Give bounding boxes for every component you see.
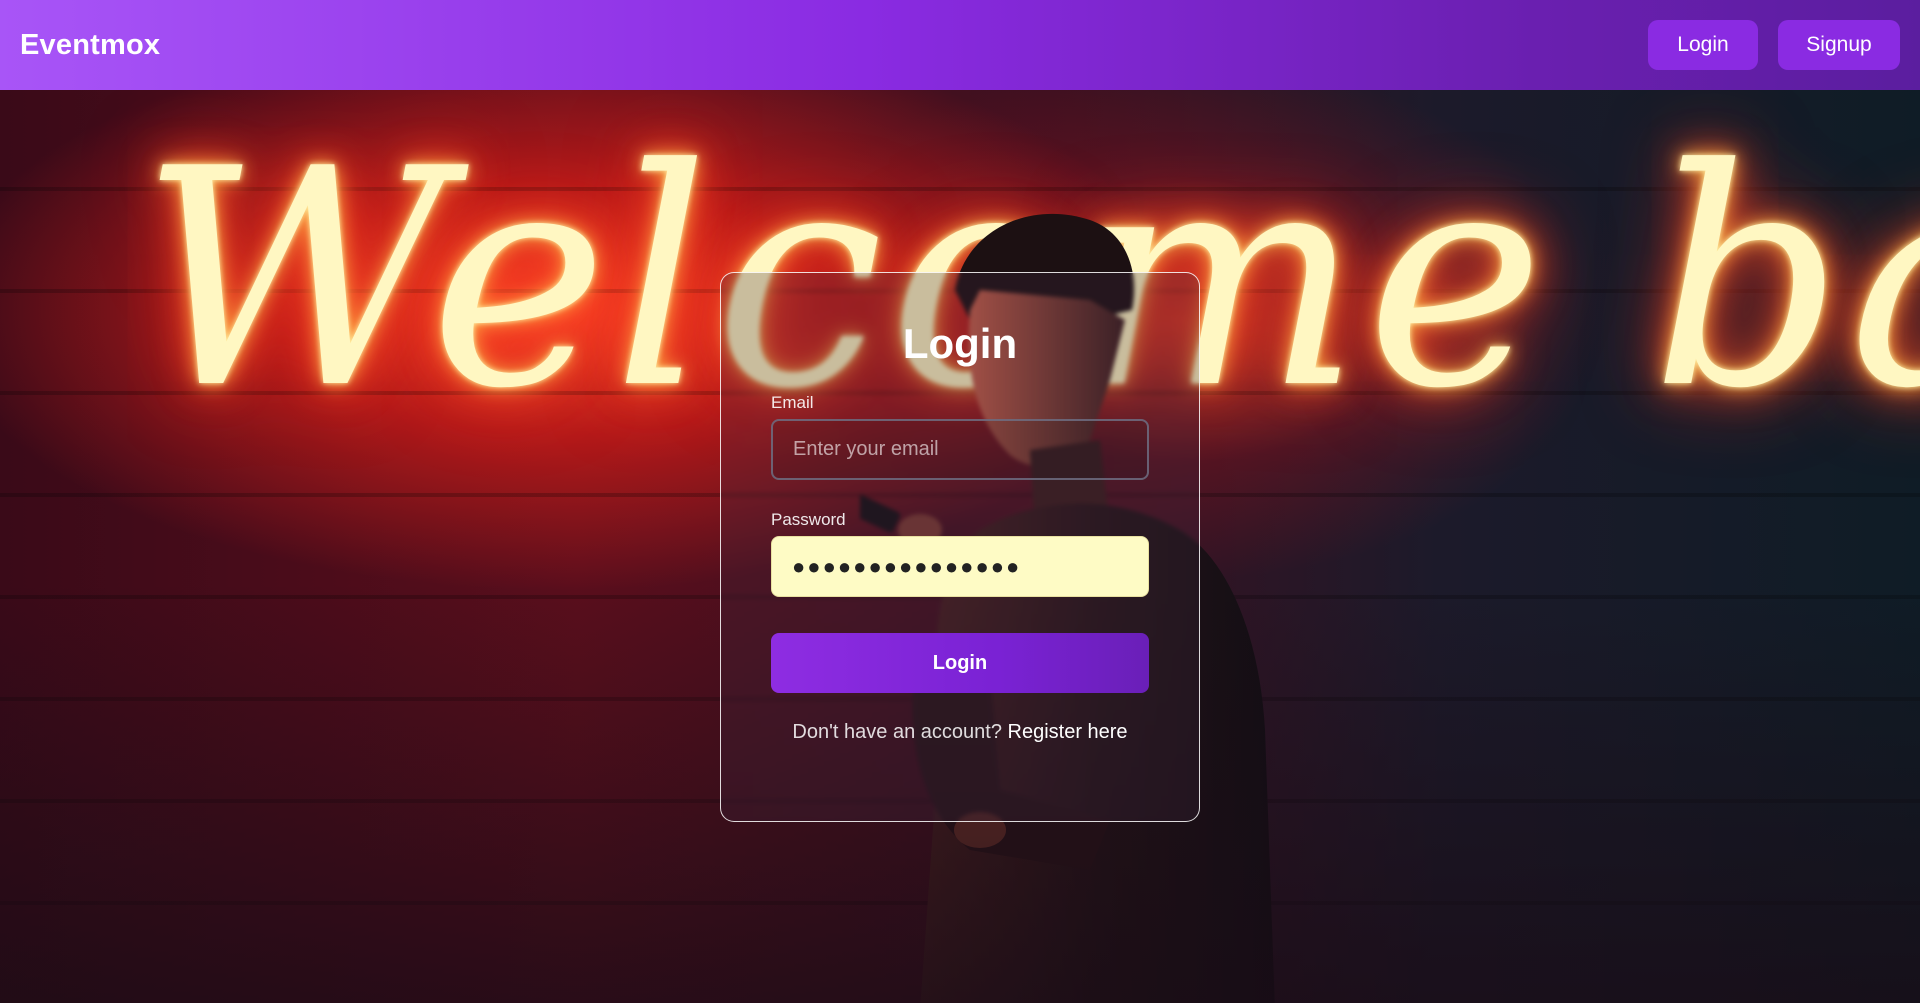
brand-logo[interactable]: Eventmox xyxy=(20,29,160,62)
login-card: Login Email Password Login Don't have an… xyxy=(720,272,1200,822)
password-input[interactable] xyxy=(771,536,1149,597)
email-input[interactable] xyxy=(771,419,1149,480)
login-submit-button[interactable]: Login xyxy=(771,633,1149,693)
password-label: Password xyxy=(771,510,846,529)
register-prompt-text: Don't have an account? xyxy=(792,721,1008,743)
register-prompt: Don't have an account? Register here xyxy=(771,721,1149,744)
register-link[interactable]: Register here xyxy=(1008,721,1128,743)
top-navbar: Eventmox Login Signup xyxy=(0,0,1920,90)
nav-actions: Login Signup xyxy=(1648,20,1900,70)
nav-login-button[interactable]: Login xyxy=(1648,20,1758,70)
email-label: Email xyxy=(771,393,814,412)
nav-signup-button[interactable]: Signup xyxy=(1778,20,1900,70)
login-title: Login xyxy=(902,320,1018,367)
